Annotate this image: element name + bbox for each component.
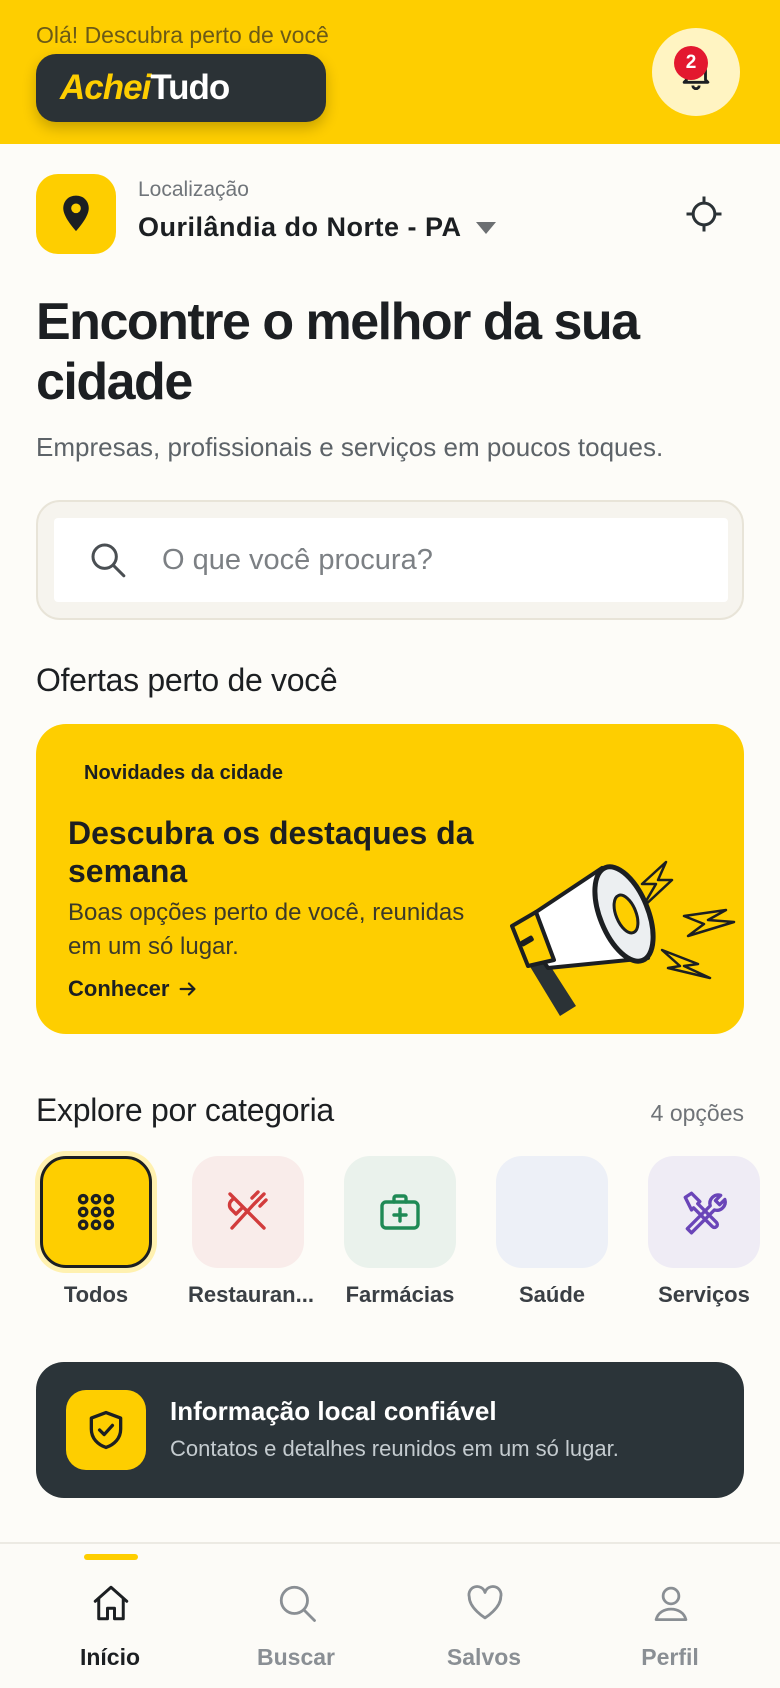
category-label: Todos — [63, 1282, 129, 1307]
trust-title: Informação local confiável — [170, 1396, 497, 1426]
nav-label: Salvos — [446, 1644, 522, 1670]
categories-section-title: Explore por categoria — [36, 1092, 334, 1128]
nav-perfil[interactable]: Perfil — [590, 1544, 750, 1688]
shield-check-icon — [89, 1410, 123, 1450]
category-tile — [344, 1156, 456, 1268]
category-saude[interactable]: Saúde — [492, 1156, 612, 1308]
page-title: Encontre o melhor da sua cidade — [36, 293, 640, 411]
tools-icon — [683, 1191, 727, 1235]
search-field[interactable] — [54, 518, 728, 602]
user-icon — [654, 1586, 688, 1622]
trust-banner: Informação local confiável Contatos e de… — [36, 1362, 744, 1498]
nav-buscar[interactable]: Buscar — [216, 1544, 376, 1688]
promo-card[interactable]: Novidades da cidade Descubra os destaque… — [36, 724, 744, 1034]
promo-title: Descubra os destaques da semana — [68, 815, 474, 889]
location-pin-tile[interactable] — [36, 174, 116, 254]
crosshair-icon[interactable] — [684, 194, 724, 234]
location-city: Ourilândia do Norte - PA — [138, 212, 462, 242]
category-tile — [648, 1156, 760, 1268]
brand-logo[interactable]: Achei Tudo — [36, 54, 326, 122]
heart-icon — [467, 1585, 503, 1620]
category-tile — [40, 1156, 152, 1268]
offers-section-title: Ofertas perto de você — [36, 662, 338, 698]
shield-tile — [66, 1390, 146, 1470]
promo-cta-label: Conhecer — [68, 976, 170, 1001]
promo-tag: Novidades da cidade — [84, 762, 283, 784]
nav-salvos[interactable]: Salvos — [404, 1544, 564, 1688]
chevron-down-icon — [475, 221, 496, 234]
promo-text: Boas opções perto de você, reunidas em u… — [68, 899, 465, 960]
greeting-text: Olá! Descubra perto de você — [36, 22, 329, 48]
brand-logo-part2: Tudo — [150, 68, 230, 107]
search-icon — [91, 543, 126, 578]
category-servicos[interactable]: Serviços — [644, 1156, 764, 1308]
category-tile — [192, 1156, 304, 1268]
categories-count: 4 opções — [650, 1100, 744, 1126]
nav-label: Perfil — [641, 1644, 699, 1670]
notification-badge: 2 — [674, 46, 708, 80]
category-todos[interactable]: Todos — [36, 1156, 156, 1308]
category-tile — [496, 1156, 608, 1268]
app-header: Olá! Descubra perto de você Achei Tudo 2 — [0, 0, 780, 144]
fork-knife-icon — [227, 1190, 268, 1230]
map-pin-icon — [63, 195, 89, 231]
nav-label: Buscar — [257, 1644, 335, 1670]
category-list: Todos Restauran... Farmácias Saúde Servi… — [36, 1156, 780, 1316]
search-container — [36, 500, 744, 620]
location-label: Localização — [138, 178, 249, 201]
brand-logo-part1: Achei — [60, 68, 151, 107]
nav-label: Início — [79, 1644, 141, 1670]
promo-cta-link[interactable]: Conhecer — [68, 976, 199, 1002]
category-label: Serviços — [658, 1282, 750, 1307]
category-farmacias[interactable]: Farmácias — [340, 1156, 460, 1308]
nav-inicio[interactable]: Início — [30, 1544, 190, 1688]
megaphone-illustration — [510, 860, 736, 1016]
grid-icon — [77, 1193, 115, 1231]
category-label: Farmácias — [345, 1282, 455, 1307]
category-label: Saúde — [518, 1282, 586, 1307]
home-icon — [93, 1585, 129, 1621]
notifications-button[interactable]: 2 — [652, 28, 740, 116]
bottom-nav: Início Buscar Salvos Perfil — [0, 1542, 780, 1688]
search-input[interactable] — [162, 536, 702, 584]
category-label: Restauran... — [188, 1282, 314, 1307]
arrow-right-icon — [180, 982, 197, 996]
page-subtitle: Empresas, profissionais e serviços em po… — [36, 432, 664, 462]
trust-text: Contatos e detalhes reunidos em um só lu… — [170, 1436, 619, 1461]
category-restaurantes[interactable]: Restauran... — [188, 1156, 314, 1308]
active-indicator — [84, 1554, 138, 1560]
first-aid-kit-icon — [380, 1194, 420, 1230]
location-selector[interactable]: Ourilândia do Norte - PA — [138, 212, 496, 243]
search-icon — [279, 1585, 316, 1622]
